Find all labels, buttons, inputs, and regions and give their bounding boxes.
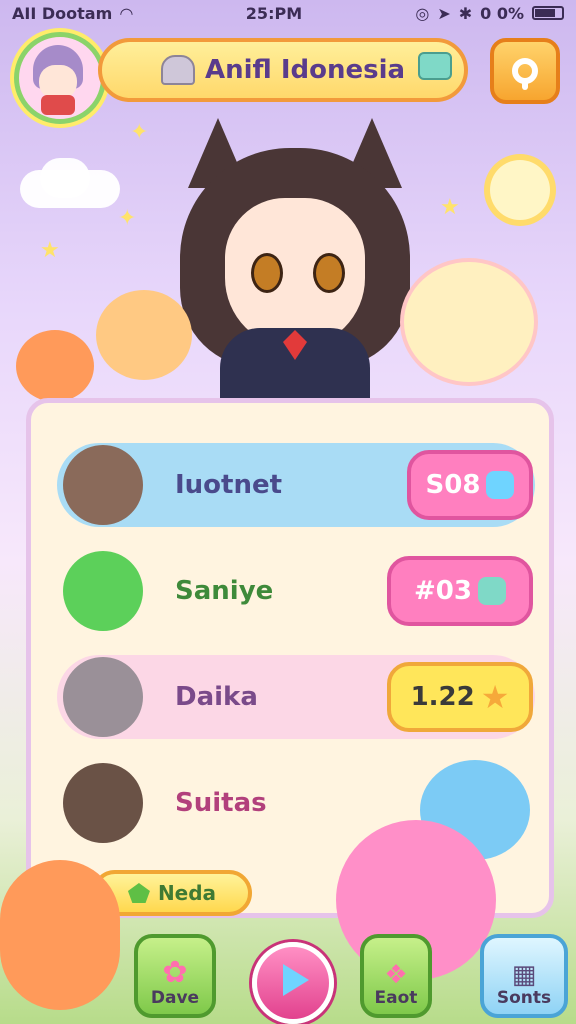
battery-icon xyxy=(532,6,564,20)
nav-button-right[interactable]: ▦ Sonts xyxy=(480,934,568,1018)
nav-left-label: Dave xyxy=(150,988,200,1008)
player-avatar-icon xyxy=(63,657,143,737)
search-icon xyxy=(512,58,538,90)
score-button[interactable]: S08 xyxy=(407,450,533,520)
score-value: #03 xyxy=(414,576,472,606)
location-icon: ➤ xyxy=(437,3,451,23)
gift-icon: ❖ xyxy=(384,960,408,990)
status-bar: AII Dootam ◠ 25:PM ◎ ➤ ✱ 0 0% xyxy=(0,0,576,26)
star-decoration: ★ xyxy=(440,195,460,220)
cat-buddy-character xyxy=(96,290,192,380)
orange-hair-character xyxy=(0,860,120,1010)
dog-buddy-character xyxy=(404,262,534,382)
score-value: S08 xyxy=(425,470,481,500)
cloud-decoration xyxy=(40,158,90,198)
sofa-icon xyxy=(418,52,452,80)
player-avatar-icon xyxy=(63,763,143,843)
player-name: Suitas xyxy=(175,788,267,818)
music-note-icon xyxy=(486,471,515,499)
search-button[interactable] xyxy=(490,38,560,104)
player-name: Daika xyxy=(175,682,258,712)
player-name: Saniye xyxy=(175,576,274,606)
shell-icon xyxy=(160,55,195,85)
map-icon: ▦ xyxy=(511,960,537,990)
nav-middle-label: Eaot xyxy=(374,988,418,1008)
fox-buddy-character xyxy=(16,330,94,402)
player-name: Iuotnet xyxy=(175,470,283,500)
game-title: Anifl Idonesia xyxy=(204,55,406,85)
score-value: 1.22 xyxy=(410,682,475,712)
nav-button-middle[interactable]: ❖ Eaot xyxy=(360,934,432,1018)
flower-icon: ✿ xyxy=(162,955,188,990)
play-button[interactable] xyxy=(252,942,334,1024)
player-avatar-icon xyxy=(63,551,143,631)
leaderboard-row[interactable]: Daika 1.22 ★ xyxy=(57,655,535,739)
player-avatar[interactable] xyxy=(14,32,106,124)
hero-character xyxy=(180,118,410,408)
leaf-icon xyxy=(127,883,150,903)
cup-icon xyxy=(477,577,506,605)
score-button[interactable]: #03 xyxy=(387,556,533,626)
carrier-label: AII Dootam xyxy=(12,3,113,23)
leaderboard-row[interactable]: Iuotnet S08 xyxy=(57,443,535,527)
nav-button-left[interactable]: ✿ Dave xyxy=(134,934,216,1018)
score-button[interactable]: 1.22 ★ xyxy=(387,662,533,732)
star-decoration: ✦ xyxy=(118,206,137,231)
sun-icon xyxy=(490,160,550,220)
game-title-banner: Anifl Idonesia xyxy=(98,38,468,102)
lock-icon: ◎ xyxy=(415,3,430,23)
wifi-icon: ◠ xyxy=(120,3,133,23)
clock-label: 25:PM xyxy=(245,3,303,23)
player-avatar-icon xyxy=(63,445,143,525)
next-button-label: Neda xyxy=(157,881,217,905)
bluetooth-icon: ✱ xyxy=(458,3,473,23)
battery-label: 0 0% xyxy=(480,3,524,23)
leaderboard-row[interactable]: Saniye #03 xyxy=(57,549,535,633)
nav-right-label: Sonts xyxy=(496,988,552,1008)
star-icon: ★ xyxy=(480,678,510,716)
star-decoration: ✦ xyxy=(130,120,149,145)
star-decoration: ★ xyxy=(40,238,60,263)
